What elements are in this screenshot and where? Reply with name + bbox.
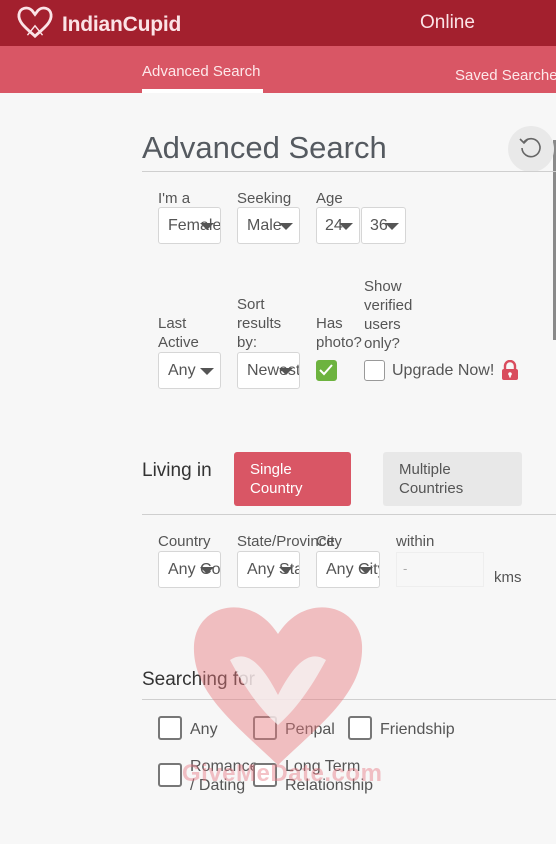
friendship-checkbox[interactable] bbox=[348, 716, 372, 740]
im-a-select[interactable]: Female bbox=[158, 207, 221, 244]
im-a-label: I'm a bbox=[158, 190, 191, 207]
age-min-select[interactable]: 24 bbox=[316, 207, 360, 244]
living-in-divider bbox=[142, 514, 556, 515]
multiple-countries-toggle[interactable]: Multiple Countries bbox=[383, 452, 522, 506]
any-label: Any bbox=[190, 721, 218, 738]
city-select[interactable]: Any City bbox=[316, 551, 380, 588]
sub-navigation: Advanced Search Saved Searches bbox=[0, 46, 556, 93]
long-term-checkbox[interactable] bbox=[253, 763, 277, 787]
chevron-down-icon bbox=[339, 223, 353, 230]
checkmark-icon bbox=[319, 364, 333, 376]
last-active-value: Any bbox=[168, 362, 196, 379]
reset-button[interactable] bbox=[508, 126, 554, 172]
chevron-down-icon bbox=[200, 368, 214, 375]
friendship-label: Friendship bbox=[380, 721, 455, 738]
sort-by-label: Sort results by: bbox=[237, 296, 282, 351]
chevron-down-icon bbox=[279, 567, 293, 574]
kms-unit-label: kms bbox=[494, 569, 522, 586]
searching-for-divider bbox=[142, 699, 556, 700]
brand-name: IndianCupid bbox=[62, 12, 182, 36]
chevron-down-icon bbox=[279, 223, 293, 230]
age-label: Age bbox=[316, 190, 343, 207]
tab-saved-searches[interactable]: Saved Searches bbox=[455, 67, 556, 84]
seeking-value: Male bbox=[247, 217, 282, 234]
tab-advanced-search[interactable]: Advanced Search bbox=[142, 63, 260, 80]
verified-only-label: Show verified users only? bbox=[364, 278, 413, 352]
online-link[interactable]: Online bbox=[420, 12, 475, 34]
penpal-label: Penpal bbox=[285, 721, 335, 738]
age-max-select[interactable]: 36 bbox=[361, 207, 406, 244]
brand-logo[interactable]: IndianCupid bbox=[16, 5, 181, 44]
chevron-down-icon bbox=[359, 567, 373, 574]
romance-dating-label: Romance / Dating bbox=[190, 758, 259, 794]
chevron-down-icon bbox=[279, 368, 293, 375]
last-active-label: Last Active bbox=[158, 315, 199, 351]
country-select[interactable]: Any Country bbox=[158, 551, 221, 588]
title-divider bbox=[142, 171, 556, 172]
has-photo-label: Has photo? bbox=[316, 315, 362, 351]
within-distance-input[interactable]: - bbox=[396, 552, 484, 587]
top-header: IndianCupid Online bbox=[0, 0, 556, 46]
last-active-select[interactable]: Any bbox=[158, 352, 221, 389]
heart-logo-icon bbox=[16, 5, 54, 44]
sort-by-select[interactable]: Newest bbox=[237, 352, 300, 389]
reset-icon bbox=[518, 134, 544, 165]
seeking-label: Seeking bbox=[237, 190, 292, 207]
chevron-down-icon bbox=[385, 223, 399, 230]
active-tab-indicator bbox=[142, 89, 263, 93]
state-select[interactable]: Any State bbox=[237, 551, 300, 588]
country-label: Country bbox=[158, 533, 211, 550]
page-title: Advanced Search bbox=[142, 130, 387, 165]
seeking-select[interactable]: Male bbox=[237, 207, 300, 244]
within-label: within bbox=[396, 533, 435, 550]
lock-icon bbox=[501, 359, 519, 385]
has-photo-checkbox[interactable] bbox=[316, 360, 337, 381]
romance-dating-checkbox[interactable] bbox=[158, 763, 182, 787]
penpal-checkbox[interactable] bbox=[253, 716, 277, 740]
searching-for-label: Searching for bbox=[142, 669, 256, 690]
upgrade-now-link[interactable]: Upgrade Now! bbox=[392, 361, 494, 380]
verified-only-checkbox[interactable] bbox=[364, 360, 385, 381]
city-label: City bbox=[316, 533, 342, 550]
chevron-down-icon bbox=[200, 567, 214, 574]
any-checkbox[interactable] bbox=[158, 716, 182, 740]
single-country-toggle[interactable]: Single Country bbox=[234, 452, 351, 506]
living-in-label: Living in bbox=[142, 460, 212, 481]
long-term-label: Long Term Relationship bbox=[285, 758, 374, 794]
chevron-down-icon bbox=[200, 223, 214, 230]
